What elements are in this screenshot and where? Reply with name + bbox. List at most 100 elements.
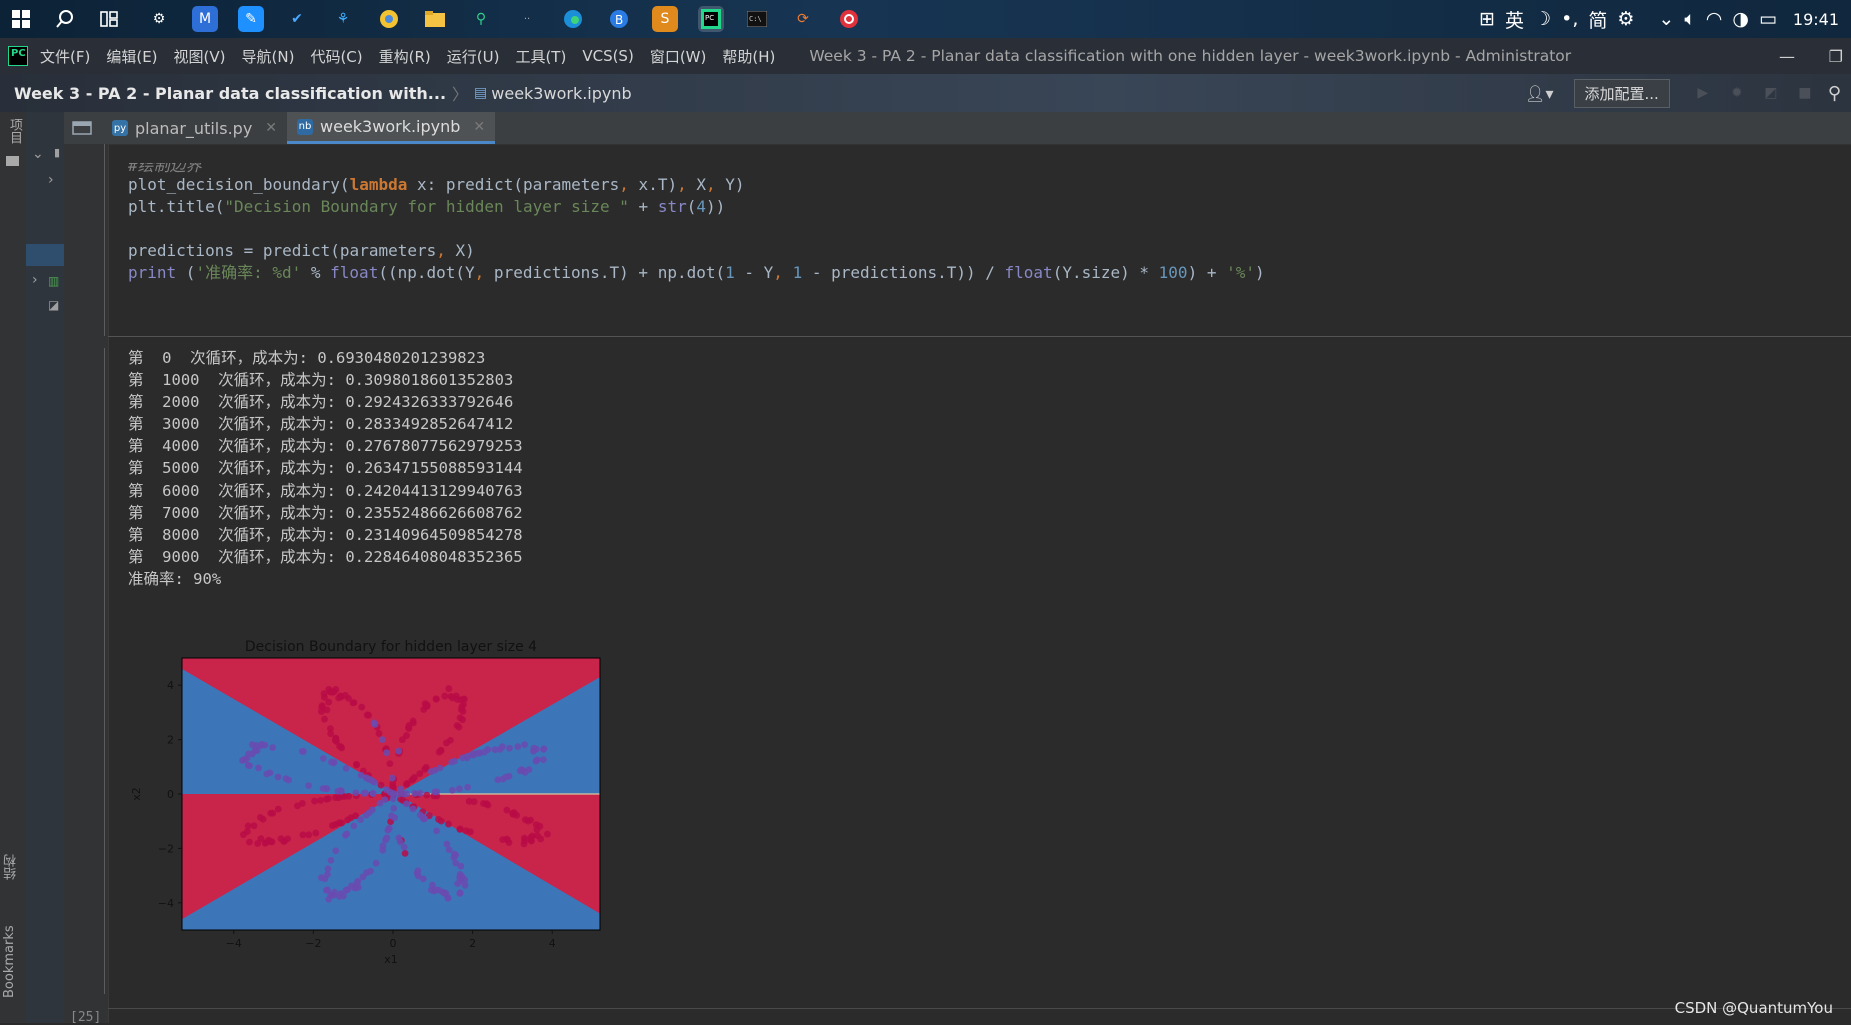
data-point [244,822,252,830]
sublime-text-icon[interactable]: S [652,6,678,32]
data-point [240,831,247,838]
pycharm-logo-icon: PC [8,46,28,66]
data-point [305,782,312,790]
stop-icon[interactable]: ■ [1794,85,1816,101]
project-tool-button[interactable]: 项目 [2,118,24,144]
y-tick-label: 4 [167,679,174,692]
data-point [435,748,443,756]
data-point [480,748,488,756]
visual-studio-icon[interactable]: M [192,6,218,32]
close-icon[interactable]: ✕ [265,120,277,136]
battery-icon[interactable]: ▭ [1759,8,1777,30]
data-point [369,790,377,797]
search-icon[interactable] [52,6,78,32]
tab-week3work[interactable]: nb week3work.ipynb ✕ [287,112,496,144]
ime-simplified[interactable]: 简 [1588,6,1607,33]
data-point [371,721,379,728]
chevron-up-icon[interactable]: ⌄ [1658,8,1674,30]
punctuation-icon[interactable]: •, [1561,8,1578,30]
netease-music-icon[interactable] [836,6,862,32]
chevron-down-icon[interactable]: ⌄ [32,146,44,162]
breadcrumb-file[interactable]: week3work.ipynb [491,84,631,103]
svg-text:PC: PC [705,14,714,22]
run-icon[interactable]: ▶ [1692,85,1714,101]
code-line-comment: #绘制边界 [128,163,202,174]
wifi-icon[interactable]: ◠ [1706,8,1723,30]
code-cell[interactable]: #绘制边界 plot_decision_boundary(lambda x: pr… [128,147,1828,306]
chevron-right-icon[interactable]: › [32,272,38,288]
chrome-browser-icon[interactable] [376,6,402,32]
clock[interactable]: 19:41 [1793,10,1839,29]
menu-view[interactable]: 视图(V) [174,46,226,67]
note-app-icon[interactable]: ✎ [238,6,264,32]
coverage-icon[interactable]: ◩ [1760,85,1782,101]
jupyter-icon[interactable]: ⟳ [790,6,816,32]
data-point [459,716,466,724]
menu-run[interactable]: 运行(U) [447,46,500,67]
data-point [465,797,473,805]
task-view-icon[interactable] [96,6,122,32]
add-configuration-button[interactable]: 添加配置... [1573,78,1670,108]
data-point [317,796,325,804]
data-point [341,692,349,699]
dots-app-icon[interactable]: ·· [514,6,540,32]
x-tick-label: −4 [226,937,242,950]
menu-code[interactable]: 代码(C) [310,46,362,67]
menu-edit[interactable]: 编辑(E) [106,46,157,67]
bookmarks-tool-button[interactable]: Bookmarks [2,912,24,1012]
breadcrumb-project[interactable]: Week 3 - PA 2 - Planar data classificati… [14,84,446,103]
data-point [430,887,438,895]
library-icon: ▥ [48,274,60,288]
structure-tool-button[interactable]: 结构 [2,842,24,892]
data-point [448,758,456,766]
chevron-right-icon[interactable]: › [48,172,54,188]
todo-check-icon[interactable]: ✔ [284,6,310,32]
windows-start-icon[interactable] [8,6,34,32]
menu-navigate[interactable]: 导航(N) [242,46,295,67]
network-tool-icon[interactable]: ⚘ [330,6,356,32]
restore-icon[interactable]: ❐ [1829,38,1843,74]
data-point [525,766,533,774]
ime-grid-icon[interactable]: ⊞ [1479,8,1495,30]
notebook-file-icon: nb [297,118,314,135]
windows-taskbar: ⚙ M ✎ ✔ ⚘ ⚲ ·· B S PC C:\ ⟳ ⊞ 英 ☽ •, 简 ⚙… [0,0,1851,38]
tree-selected-row[interactable] [26,244,64,266]
menu-help[interactable]: 帮助(H) [722,46,775,67]
notebook-toolbar-icon[interactable] [64,112,102,144]
minimize-icon[interactable]: — [1779,38,1795,74]
pycharm-taskbar-icon[interactable]: PC [698,6,724,32]
ime-language[interactable]: 英 [1505,6,1524,33]
search-app-icon[interactable]: ⚲ [468,6,494,32]
search-everywhere-icon[interactable]: ⚲ [1828,83,1841,104]
close-icon[interactable]: ✕ [473,119,485,135]
user-dropdown-icon[interactable]: 👤︎▾ [1525,84,1553,103]
menu-window[interactable]: 窗口(W) [650,46,707,67]
data-point [256,813,264,821]
project-tree-panel: ⌄ ▮ › › ▥ ◪ [26,112,64,1023]
data-point [342,831,349,839]
file-explorer-icon[interactable] [422,6,448,32]
volume-icon[interactable]: 🔈︎ [1684,8,1695,30]
moon-icon[interactable]: ☽ [1534,8,1551,30]
menu-vcs[interactable]: VCS(S) [582,47,633,65]
edge-browser-icon[interactable] [560,6,586,32]
terminal-icon[interactable]: C:\ [744,6,770,32]
menu-refactor[interactable]: 重构(R) [379,46,431,67]
tab-planar-utils[interactable]: py planar_utils.py ✕ [102,112,287,144]
menu-file[interactable]: 文件(F) [40,46,90,67]
battery-saver-icon[interactable]: ◑ [1732,8,1749,30]
data-point [464,783,471,791]
output-line: 第 2000 次循环，成本为: 0.2924326333792646 [128,393,514,412]
data-point [445,820,452,828]
data-point [342,764,350,772]
debug-icon[interactable]: ✹ [1726,85,1748,101]
system-tray: ⊞ 英 ☽ •, 简 ⚙ ⌄ 🔈︎ ◠ ◑ ▭ 19:41 [1479,0,1839,38]
menu-tools[interactable]: 工具(T) [515,46,566,67]
data-point [448,786,456,794]
data-point [376,799,384,807]
ime-settings-icon[interactable]: ⚙ [1617,8,1634,30]
settings-gear-icon[interactable]: ⚙ [146,6,172,32]
output-line: 第 6000 次循环，成本为: 0.24204413129940763 [128,481,523,500]
b-app-icon[interactable]: B [606,6,632,32]
data-point [352,789,360,797]
